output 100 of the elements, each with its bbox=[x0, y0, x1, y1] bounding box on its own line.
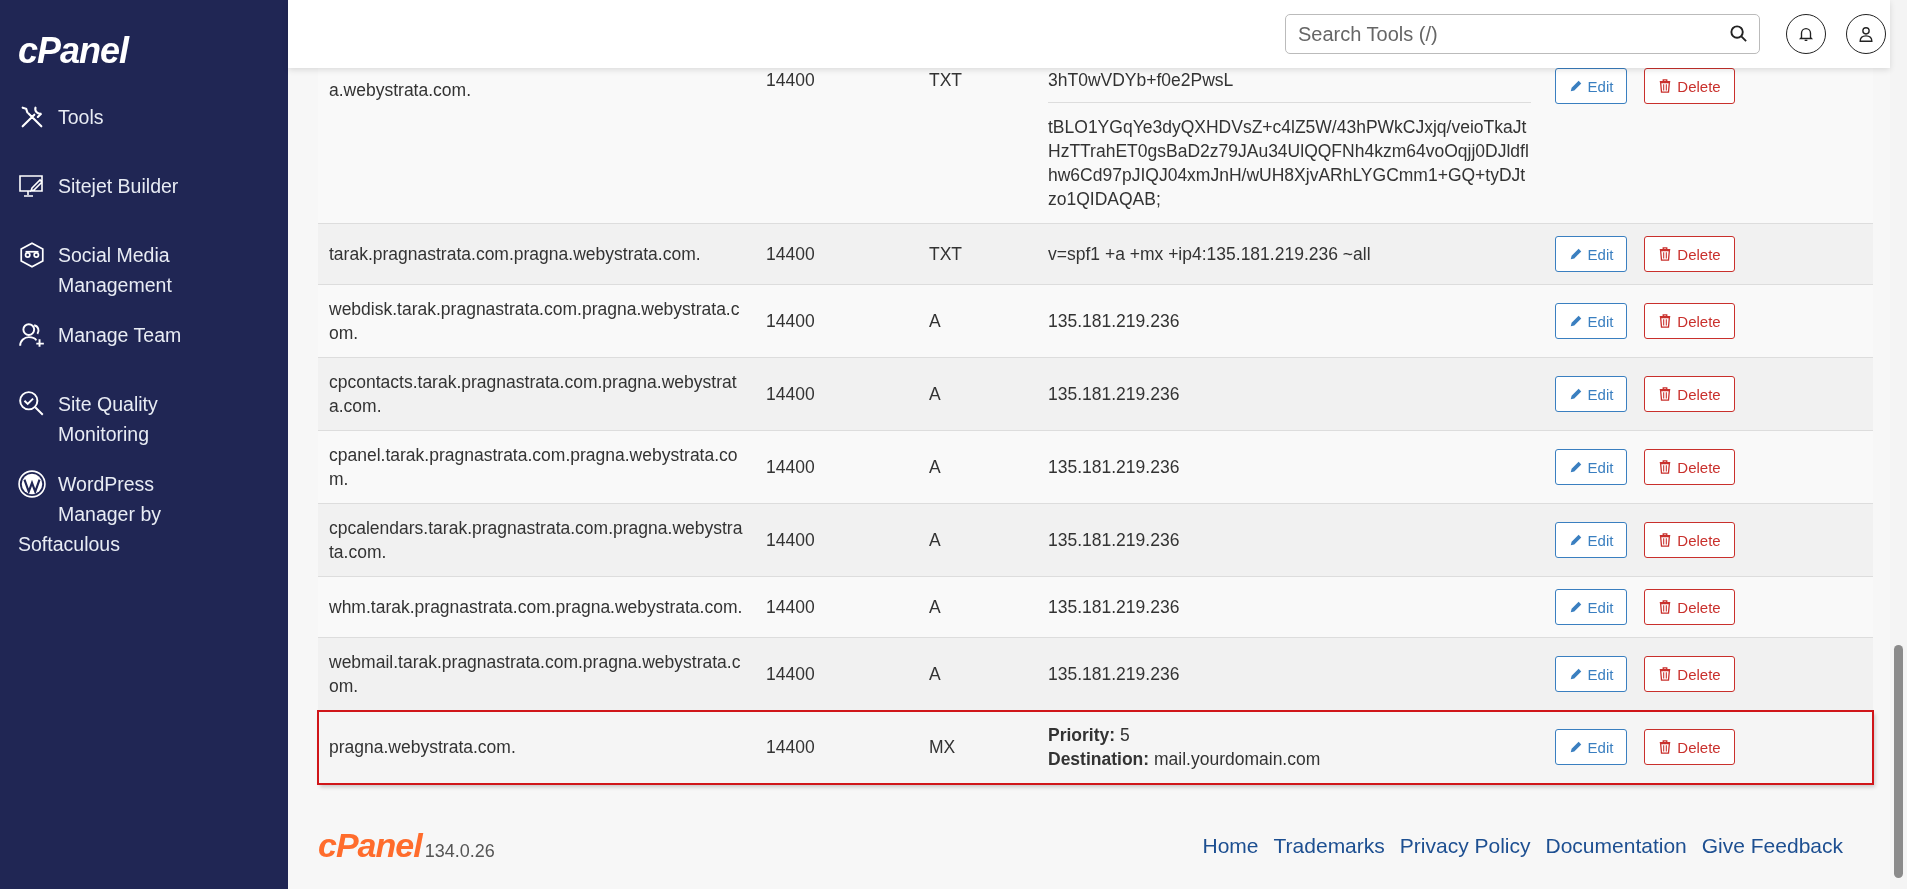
trash-icon bbox=[1658, 739, 1673, 755]
sidebar-item[interactable]: Sitejet Builder bbox=[18, 171, 233, 201]
magnifier-check-icon[interactable] bbox=[18, 390, 46, 418]
record-type: A bbox=[929, 384, 941, 404]
record-name: a.webystrata.com. bbox=[329, 80, 471, 100]
record-value: 3hT0wVDYb+f0e2PwsL bbox=[1048, 70, 1234, 90]
record-ttl: 14400 bbox=[766, 664, 815, 684]
record-type: A bbox=[929, 597, 941, 617]
trash-icon bbox=[1658, 246, 1673, 262]
scrollbar-thumb[interactable] bbox=[1894, 645, 1903, 878]
record-ttl: 14400 bbox=[766, 530, 815, 550]
trash-icon bbox=[1658, 666, 1673, 682]
pencil-icon bbox=[1568, 387, 1583, 401]
footer-link[interactable]: Documentation bbox=[1545, 833, 1687, 858]
record-ttl: 14400 bbox=[766, 737, 815, 757]
sidebar-item[interactable]: Social Media Management bbox=[18, 240, 233, 300]
edit-button[interactable]: Edit bbox=[1555, 303, 1627, 339]
edit-button[interactable]: Edit bbox=[1555, 449, 1627, 485]
delete-button[interactable]: Delete bbox=[1644, 68, 1735, 104]
user-icon bbox=[1857, 25, 1875, 43]
delete-button[interactable]: Delete bbox=[1644, 376, 1735, 412]
monitor-pencil-icon[interactable] bbox=[18, 172, 46, 200]
record-name: pragna.webystrata.com. bbox=[329, 737, 516, 757]
record-ttl: 14400 bbox=[766, 384, 815, 404]
notifications-button[interactable] bbox=[1786, 14, 1826, 54]
record-name: whm.tarak.pragnastrata.com.pragna.webystrata.com. bbox=[329, 597, 743, 617]
sidebar-item[interactable]: Manage Team bbox=[18, 320, 233, 350]
pencil-icon bbox=[1568, 533, 1583, 547]
record-type: A bbox=[929, 530, 941, 550]
record-type: A bbox=[929, 457, 941, 477]
record-value: 135.181.219.236 bbox=[1048, 311, 1180, 331]
footer-link[interactable]: Privacy Policy bbox=[1399, 833, 1531, 858]
trash-icon bbox=[1658, 532, 1673, 548]
record-ttl: 14400 bbox=[766, 244, 815, 264]
record-type: A bbox=[929, 311, 941, 331]
trash-icon bbox=[1658, 386, 1673, 402]
pencil-icon bbox=[1568, 667, 1583, 681]
sidebar-item[interactable]: Site Quality Monitoring bbox=[18, 389, 233, 449]
record-value: Priority: 5 bbox=[1048, 724, 1131, 747]
sidebar-item[interactable]: Tools bbox=[18, 102, 233, 132]
record-name: cpanel.tarak.pragnastrata.com.pragna.webystrata.com. bbox=[329, 445, 738, 489]
edit-button[interactable]: Edit bbox=[1555, 522, 1627, 558]
search-field[interactable]: Search Tools (/) bbox=[1285, 14, 1760, 54]
record-value: 135.181.219.236 bbox=[1048, 457, 1180, 477]
record-type: TXT bbox=[929, 244, 963, 264]
footer-link[interactable]: Give Feedback bbox=[1701, 833, 1843, 858]
delete-button[interactable]: Delete bbox=[1644, 522, 1735, 558]
record-ttl: 14400 bbox=[766, 457, 815, 477]
pencil-icon bbox=[1568, 314, 1583, 328]
add-user-icon[interactable] bbox=[18, 321, 46, 349]
delete-button[interactable]: Delete bbox=[1644, 236, 1735, 272]
delete-button[interactable]: Delete bbox=[1644, 656, 1735, 692]
record-value: v=spf1 +a +mx +ip4:135.181.219.236 ~all bbox=[1048, 244, 1371, 264]
delete-button[interactable]: Delete bbox=[1644, 449, 1735, 485]
trash-icon bbox=[1658, 313, 1673, 329]
pencil-icon bbox=[1568, 460, 1583, 474]
sidebar-item[interactable]: WordPress Manager by Softaculous bbox=[18, 469, 233, 559]
edit-button[interactable]: Edit bbox=[1555, 68, 1627, 104]
pencil-icon bbox=[1568, 79, 1583, 93]
edit-button[interactable]: Edit bbox=[1555, 729, 1627, 765]
record-name: webdisk.tarak.pragnastrata.com.pragna.webystrata.com. bbox=[329, 299, 740, 343]
footer-link[interactable]: Home bbox=[1202, 833, 1259, 858]
bell-icon bbox=[1797, 25, 1815, 43]
delete-button[interactable]: Delete bbox=[1644, 729, 1735, 765]
wordpress-icon[interactable] bbox=[18, 470, 46, 498]
record-value: tBLO1YGqYe3dyQXHDVsZ+c4lZ5W/43hPWkCJxjq/veioTkaJtHzTTrahET0gsBaD2z79JAu34UlQQFNh4kzm64voOqjj0DJldflhw6Cd97pJIQJ04xmJnH/wUH8XjvARhLYGCmm1+GQ+tyDJtzo1QIDAQAB; bbox=[1048, 117, 1529, 209]
search-icon[interactable] bbox=[1729, 24, 1748, 43]
pencil-icon bbox=[1568, 600, 1583, 614]
record-name: cpcontacts.tarak.pragnastrata.com.pragna.webystrata.com. bbox=[329, 372, 737, 416]
edit-button[interactable]: Edit bbox=[1555, 656, 1627, 692]
footer-link[interactable]: Trademarks bbox=[1273, 833, 1385, 858]
cpanel-logo: cPanel bbox=[318, 826, 422, 865]
cpanel-logo[interactable]: cPanel bbox=[18, 30, 129, 72]
record-value: 135.181.219.236 bbox=[1048, 664, 1180, 684]
delete-button[interactable]: Delete bbox=[1644, 303, 1735, 339]
record-type: A bbox=[929, 664, 941, 684]
record-ttl: 14400 bbox=[766, 597, 815, 617]
pencil-icon bbox=[1568, 740, 1583, 754]
record-type: MX bbox=[929, 737, 956, 757]
record-value: 135.181.219.236 bbox=[1048, 597, 1180, 617]
trash-icon bbox=[1658, 599, 1673, 615]
record-type: TXT bbox=[929, 70, 963, 90]
delete-button[interactable]: Delete bbox=[1644, 589, 1735, 625]
record-value: 135.181.219.236 bbox=[1048, 530, 1180, 550]
edit-button[interactable]: Edit bbox=[1555, 589, 1627, 625]
record-name: webmail.tarak.pragnastrata.com.pragna.webystrata.com. bbox=[329, 652, 741, 696]
record-value: 135.181.219.236 bbox=[1048, 384, 1180, 404]
pencil-icon bbox=[1568, 247, 1583, 261]
user-button[interactable] bbox=[1846, 14, 1886, 54]
record-name: tarak.pragnastrata.com.pragna.webystrata.com. bbox=[329, 244, 701, 264]
scrollbar[interactable] bbox=[1890, 0, 1907, 889]
trash-icon bbox=[1658, 78, 1673, 94]
record-name: cpcalendars.tarak.pragnastrata.com.pragna.webystrata.com. bbox=[329, 518, 743, 562]
trash-icon bbox=[1658, 459, 1673, 475]
hexagon-icon[interactable] bbox=[18, 241, 46, 269]
record-ttl: 14400 bbox=[766, 311, 815, 331]
version-text: 134.0.26 bbox=[424, 841, 495, 862]
edit-button[interactable]: Edit bbox=[1555, 236, 1627, 272]
record-value: Destination: mail.yourdomain.com bbox=[1048, 748, 1322, 771]
edit-button[interactable]: Edit bbox=[1555, 376, 1627, 412]
